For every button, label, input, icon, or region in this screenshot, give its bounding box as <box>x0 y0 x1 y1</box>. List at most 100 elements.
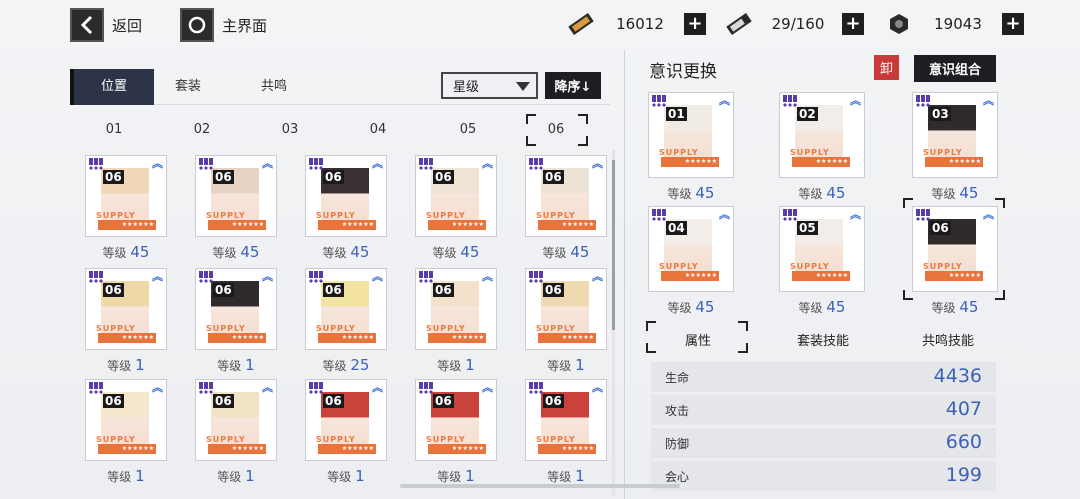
level-value: 25 <box>350 356 370 374</box>
tab-set-skills[interactable]: 套装技能 <box>768 330 878 349</box>
memory-card[interactable]: SUPPLY ★★★★★★ 06 ︽ <box>525 379 607 461</box>
supply-text: SUPPLY <box>316 435 356 444</box>
tab-set[interactable]: 套装 <box>146 69 230 105</box>
level-prefix: 等级 <box>547 470 572 484</box>
add-stamina-button[interactable]: + <box>842 13 864 35</box>
level-value: 45 <box>130 243 150 261</box>
panel-divider <box>624 50 625 499</box>
position-04[interactable]: 04 <box>348 122 408 137</box>
upgrade-chevron-icon: ︽ <box>482 381 493 394</box>
rarity-badge-icon <box>89 382 103 394</box>
memory-card[interactable]: SUPPLY ★★★★★★ 06 ︽ <box>525 268 607 350</box>
level-value: 45 <box>959 298 979 316</box>
memory-card[interactable]: SUPPLY ★★★★★★ 06 ︽ <box>415 379 497 461</box>
memory-card[interactable]: SUPPLY ★★★★★★ 06 ︽ <box>85 379 167 461</box>
supply-text: SUPPLY <box>426 435 466 444</box>
level-prefix: 等级 <box>322 246 347 260</box>
level-label: 等级 1 <box>195 467 277 485</box>
memory-card[interactable]: SUPPLY ★★★★★★ 06 ︽ <box>525 155 607 237</box>
level-label: 等级 45 <box>650 298 732 316</box>
position-filter-row: 01 02 03 04 05 06 <box>70 114 610 146</box>
level-prefix: 等级 <box>212 246 237 260</box>
tab-resonance[interactable]: 共鸣 <box>232 69 316 105</box>
memory-art: SUPPLY ★★★★★★ 06 <box>200 384 272 456</box>
memory-card[interactable]: SUPPLY ★★★★★★ 06 ︽ <box>195 379 277 461</box>
equipped-memory-slot-01[interactable]: SUPPLY ★★★★★★ 01 ︽ <box>648 92 734 178</box>
stars-icon: ★★★★★★ <box>451 221 484 228</box>
memory-card[interactable]: SUPPLY ★★★★★★ 06 ︽ <box>305 268 387 350</box>
equipped-memory-slot-02[interactable]: SUPPLY ★★★★★★ 02 ︽ <box>779 92 865 178</box>
stat-row-hp: 生命 4436 <box>651 362 996 392</box>
home-button[interactable]: 主界面 <box>180 8 267 42</box>
level-prefix: 等级 <box>107 359 132 373</box>
level-label: 等级 1 <box>415 356 497 374</box>
level-prefix: 等级 <box>437 359 462 373</box>
level-value: 45 <box>460 243 480 261</box>
stat-value: 660 <box>945 431 982 453</box>
memory-card[interactable]: SUPPLY ★★★★★★ 06 ︽ <box>195 268 277 350</box>
chevron-left-icon <box>70 8 104 42</box>
inventory-scrollbar-thumb[interactable] <box>612 160 615 330</box>
memory-art: SUPPLY ★★★★★★ 06 <box>420 273 492 345</box>
level-label: 等级 45 <box>305 243 387 261</box>
upgrade-chevron-icon: ︽ <box>152 270 163 283</box>
slot-number: 06 <box>433 283 454 297</box>
memory-card[interactable]: SUPPLY ★★★★★★ 06 ︽ <box>85 268 167 350</box>
rarity-badge-icon <box>419 382 433 394</box>
add-tickets-button[interactable]: + <box>684 13 706 35</box>
memory-art: SUPPLY ★★★★★★ 06 <box>530 160 602 232</box>
slot-number: 06 <box>103 283 124 297</box>
unequip-button[interactable]: 卸 <box>874 55 899 80</box>
position-05[interactable]: 05 <box>438 122 498 137</box>
memory-card[interactable]: SUPPLY ★★★★★★ 06 ︽ <box>305 379 387 461</box>
supply-text: SUPPLY <box>96 435 136 444</box>
level-value: 45 <box>826 184 846 202</box>
memory-combo-button[interactable]: 意识组合 <box>914 55 996 82</box>
level-value: 45 <box>350 243 370 261</box>
memory-card[interactable]: SUPPLY ★★★★★★ 06 ︽ <box>415 155 497 237</box>
circle-icon <box>180 8 214 42</box>
level-label: 等级 45 <box>914 298 996 316</box>
memory-art: SUPPLY ★★★★★★ 06 <box>420 160 492 232</box>
stars-icon: ★★★★★★ <box>948 158 981 165</box>
memory-card[interactable]: SUPPLY ★★★★★★ 06 ︽ <box>85 155 167 237</box>
upgrade-chevron-icon: ︽ <box>152 381 163 394</box>
position-03[interactable]: 03 <box>260 122 320 137</box>
level-value: 1 <box>135 356 145 374</box>
memory-art: SUPPLY ★★★★★★ 06 <box>310 273 382 345</box>
back-button[interactable]: 返回 <box>70 8 142 42</box>
position-02[interactable]: 02 <box>172 122 232 137</box>
position-01[interactable]: 01 <box>84 122 144 137</box>
slot-number: 06 <box>543 170 564 184</box>
level-value: 1 <box>465 356 475 374</box>
top-bar: 返回 主界面 16012 + 29/160 + 19043 + <box>0 0 1080 50</box>
level-value: 1 <box>245 467 255 485</box>
stars-icon: ★★★★★★ <box>561 445 594 452</box>
memory-art: SUPPLY ★★★★★★ 01 <box>653 97 725 169</box>
stat-value: 4436 <box>933 365 982 387</box>
upgrade-chevron-icon: ︽ <box>372 381 383 394</box>
sort-field-select[interactable]: 星级 <box>441 72 538 99</box>
supply-text: SUPPLY <box>96 211 136 220</box>
rarity-badge-icon <box>199 158 213 170</box>
slot-number: 01 <box>666 107 687 121</box>
resource-coins: 19043 + <box>884 10 1024 38</box>
position-06-selection-bracket <box>526 114 588 146</box>
add-coins-button[interactable]: + <box>1002 13 1024 35</box>
equipped-memory-slot-04[interactable]: SUPPLY ★★★★★★ 04 ︽ <box>648 206 734 292</box>
memory-card[interactable]: SUPPLY ★★★★★★ 06 ︽ <box>305 155 387 237</box>
stars-icon: ★★★★★★ <box>561 334 594 341</box>
tab-resonance-skills[interactable]: 共鸣技能 <box>893 330 1003 349</box>
equipped-memory-slot-03[interactable]: SUPPLY ★★★★★★ 03 ︽ <box>912 92 998 178</box>
equipped-memory-slot-05[interactable]: SUPPLY ★★★★★★ 05 ︽ <box>779 206 865 292</box>
tab-position[interactable]: 位置 <box>70 69 154 105</box>
dropdown-arrow-icon <box>516 82 530 91</box>
stars-icon: ★★★★★★ <box>451 445 484 452</box>
level-label: 等级 1 <box>525 356 607 374</box>
memory-card[interactable]: SUPPLY ★★★★★★ 06 ︽ <box>195 155 277 237</box>
home-label: 主界面 <box>222 16 268 35</box>
memory-art: SUPPLY ★★★★★★ 06 <box>90 273 162 345</box>
sort-order-button[interactable]: 降序↓ <box>545 72 601 99</box>
rarity-badge-icon <box>916 95 930 107</box>
memory-card[interactable]: SUPPLY ★★★★★★ 06 ︽ <box>415 268 497 350</box>
